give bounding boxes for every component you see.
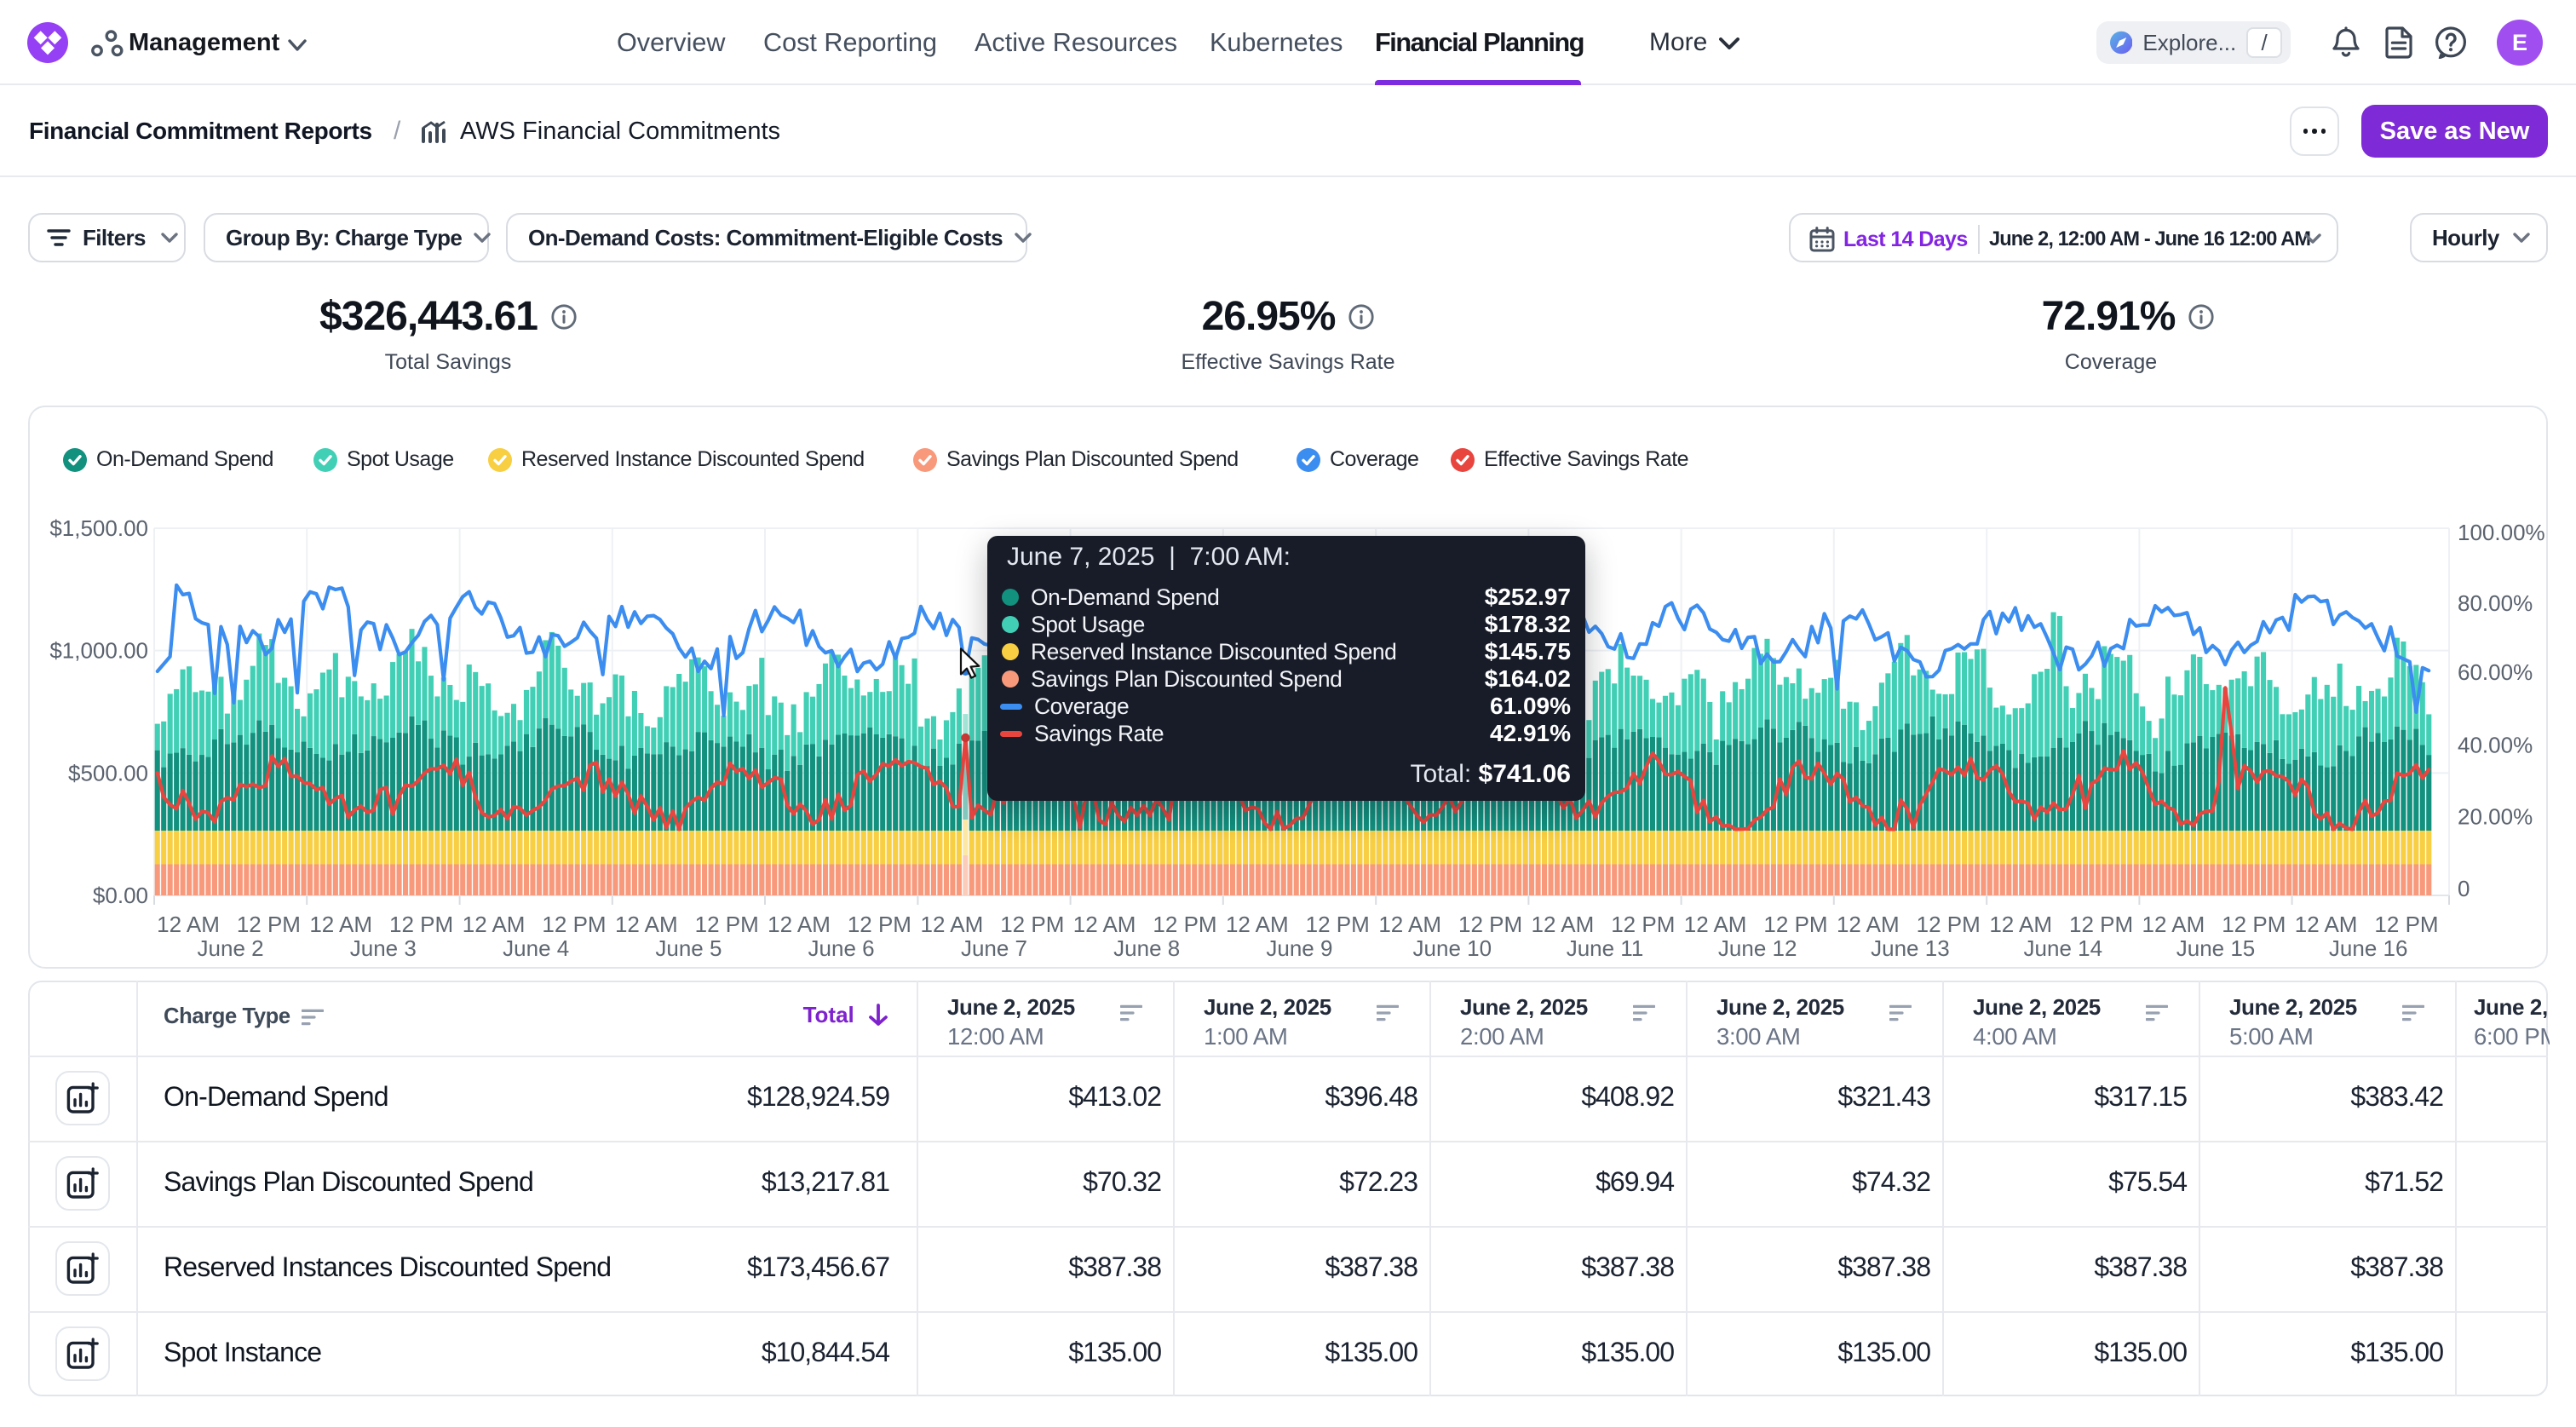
svg-text:12 AM: 12 AM — [157, 912, 220, 937]
svg-text:June 5: June 5 — [655, 935, 722, 961]
svg-text:June 4: June 4 — [503, 935, 569, 961]
svg-text:12 PM: 12 PM — [1611, 912, 1675, 937]
svg-text:12 AM: 12 AM — [2142, 912, 2205, 937]
svg-text:12 PM: 12 PM — [1153, 912, 1216, 937]
svg-text:June 3: June 3 — [350, 935, 417, 961]
svg-text:12 AM: 12 AM — [2295, 912, 2358, 937]
svg-text:12 AM: 12 AM — [921, 912, 984, 937]
svg-text:12 PM: 12 PM — [542, 912, 606, 937]
svg-text:June 8: June 8 — [1113, 935, 1180, 961]
svg-text:20.00%: 20.00% — [2458, 804, 2533, 830]
svg-text:12 PM: 12 PM — [389, 912, 453, 937]
svg-text:12 PM: 12 PM — [1306, 912, 1370, 937]
svg-text:June 9: June 9 — [1266, 935, 1332, 961]
svg-text:12 AM: 12 AM — [615, 912, 678, 937]
svg-text:June 10: June 10 — [1413, 935, 1492, 961]
svg-text:12 AM: 12 AM — [1989, 912, 2052, 937]
svg-text:June 15: June 15 — [2176, 935, 2256, 961]
svg-text:60.00%: 60.00% — [2458, 659, 2533, 685]
svg-text:12 AM: 12 AM — [1532, 912, 1595, 937]
svg-text:June 13: June 13 — [1871, 935, 1950, 961]
svg-text:12 PM: 12 PM — [2069, 912, 2133, 937]
svg-text:12 PM: 12 PM — [2222, 912, 2286, 937]
svg-text:12 AM: 12 AM — [1837, 912, 1900, 937]
svg-text:12 AM: 12 AM — [1226, 912, 1289, 937]
svg-text:12 AM: 12 AM — [1684, 912, 1747, 937]
svg-text:12 PM: 12 PM — [2374, 912, 2438, 937]
svg-text:12 PM: 12 PM — [1917, 912, 1981, 937]
svg-text:12 PM: 12 PM — [1458, 912, 1522, 937]
svg-text:12 AM: 12 AM — [309, 912, 372, 937]
svg-text:100.00%: 100.00% — [2458, 520, 2545, 545]
svg-text:12 PM: 12 PM — [695, 912, 759, 937]
svg-text:June 14: June 14 — [2024, 935, 2103, 961]
svg-text:0: 0 — [2458, 876, 2470, 901]
svg-text:40.00%: 40.00% — [2458, 732, 2533, 757]
svg-text:12 AM: 12 AM — [1073, 912, 1136, 937]
svg-text:80.00%: 80.00% — [2458, 590, 2533, 616]
svg-text:12 AM: 12 AM — [768, 912, 831, 937]
svg-text:June 16: June 16 — [2329, 935, 2408, 961]
svg-text:12 PM: 12 PM — [237, 912, 301, 937]
svg-text:12 PM: 12 PM — [1000, 912, 1064, 937]
svg-text:$1,500.00: $1,500.00 — [49, 515, 148, 541]
svg-text:12 AM: 12 AM — [463, 912, 526, 937]
svg-text:June 2: June 2 — [198, 935, 264, 961]
svg-text:June 12: June 12 — [1718, 935, 1797, 961]
svg-text:June 11: June 11 — [1567, 935, 1644, 961]
svg-text:June 6: June 6 — [808, 935, 875, 961]
svg-text:12 PM: 12 PM — [848, 912, 911, 937]
svg-text:$1,000.00: $1,000.00 — [49, 638, 148, 664]
svg-text:12 PM: 12 PM — [1763, 912, 1827, 937]
svg-text:12 AM: 12 AM — [1378, 912, 1441, 937]
svg-text:$500.00: $500.00 — [68, 760, 148, 785]
svg-text:June 7: June 7 — [961, 935, 1027, 961]
svg-text:$0.00: $0.00 — [93, 883, 148, 908]
